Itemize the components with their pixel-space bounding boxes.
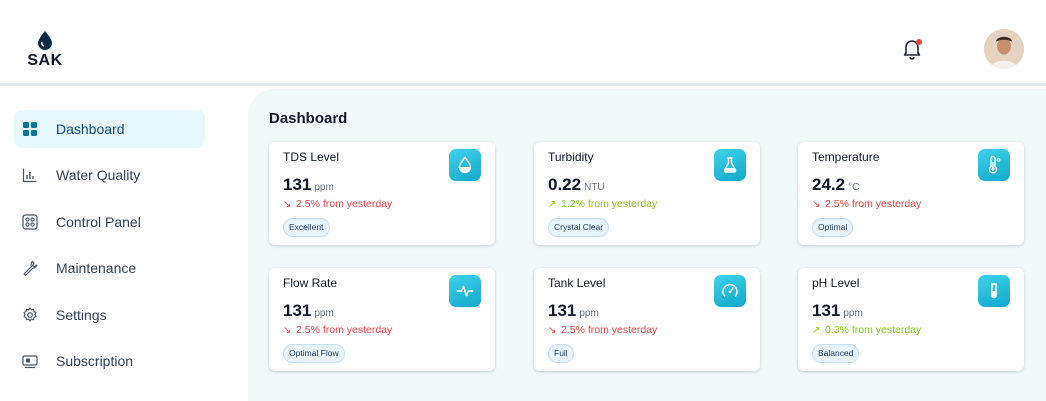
card-title: Flow Rate [283,276,338,290]
status-badge: Balanced [812,344,860,363]
sidebar-item-label: Subscription [56,353,134,369]
card-value: 131 ppm [283,301,334,320]
metric-card-ph-level[interactable]: pH Level 131 ppm ↗ 0.3% from yesterday Bal… [798,268,1024,371]
pulse-icon [456,285,474,297]
flask-icon [723,157,737,173]
card-icon-button [449,149,481,181]
status-badge: Full [548,344,574,363]
thermometer-icon [988,156,1001,174]
sidebar-item-label: Control Panel [56,214,141,230]
status-badge: Crystal Clear [548,218,610,237]
sidebar-item-dashboard[interactable]: Dashboard [14,110,205,148]
bar-chart-icon [22,168,37,183]
sidebar-item-water-quality[interactable]: Water Quality [14,156,205,194]
card-value: 24.2 °C [812,175,860,194]
trend-up-icon: ↗ [812,325,821,336]
card-title: TDS Level [283,150,340,164]
card-value: 131 ppm [548,301,599,320]
status-badge: Optimal [812,218,854,237]
avatar[interactable] [984,29,1024,69]
sidebar-item-label: Dashboard [56,121,125,137]
sidebar-item-label: Maintenance [56,260,137,276]
card-icon-button [714,149,746,181]
sidebar-item-subscription[interactable]: Subscription [14,342,205,380]
test-tube-icon [991,283,997,299]
control-panel-icon [22,214,38,230]
metric-card-flow-rate[interactable]: Flow Rate 131 ppm ↘ 2.5% from yesterday Op… [269,268,495,371]
sidebar: Dashboard Water Quality Control Panel Ma… [0,89,245,401]
trend-up-icon: ↗ [548,199,557,210]
card-value: 0.22 NTU [548,175,605,194]
notification-dot [916,39,922,45]
brand-logo[interactable]: SAK [27,30,63,70]
card-icon-button [978,275,1010,307]
gauge-icon [722,283,738,297]
trend-down-icon: ↘ [548,325,557,336]
card-trend: ↗ 0.3% from yesterday [812,324,922,336]
notification-button[interactable] [902,38,924,60]
card-icon-button [978,149,1010,181]
trend-down-icon: ↘ [812,199,821,210]
water-drop-icon [458,156,472,174]
card-title: pH Level [812,276,860,290]
top-bar: SAK [0,0,1046,86]
dashboard-grid-icon [23,122,37,136]
gear-icon [23,307,37,322]
brand-name: SAK [27,52,63,69]
card-title: Turbidity [548,150,594,164]
card-value: 131 ppm [812,301,863,320]
sidebar-item-label: Settings [56,307,107,323]
sidebar-item-settings[interactable]: Settings [14,296,205,334]
status-badge: Optimal Flow [283,344,345,363]
card-trend: ↘ 2.5% from yesterday [283,198,393,210]
page-title: Dashboard [269,110,348,127]
card-title: Tank Level [548,276,606,290]
card-trend: ↘ 2.5% from yesterday [548,324,658,336]
user-avatar-icon [984,29,1024,69]
card-title: Temperature [812,150,880,164]
main-content: Dashboard TDS Level 131 ppm ↘ 2.5% from ye… [248,89,1046,401]
trend-down-icon: ↘ [283,199,292,210]
card-icon-button [714,275,746,307]
trend-down-icon: ↘ [283,325,292,336]
card-trend: ↗ 1.2% from yesterday [548,198,658,210]
status-badge: Excellent [283,218,330,237]
subscription-icon [22,355,38,369]
card-trend: ↘ 2.5% from yesterday [812,198,922,210]
metric-card-tds[interactable]: TDS Level 131 ppm ↘ 2.5% from yesterday Ex… [269,142,495,245]
wrench-icon [23,260,38,276]
sidebar-item-maintenance[interactable]: Maintenance [14,249,205,287]
metric-card-temperature[interactable]: Temperature 24.2 °C ↘ 2.5% from yesterday … [798,142,1024,245]
water-drop-logo-icon [38,31,52,50]
card-value: 131 ppm [283,175,334,194]
card-icon-button [449,275,481,307]
card-trend: ↘ 2.5% from yesterday [283,324,393,336]
metric-card-tank-level[interactable]: Tank Level 131 ppm ↘ 2.5% from yesterday F… [534,268,760,371]
sidebar-item-control-panel[interactable]: Control Panel [14,203,205,241]
sidebar-item-label: Water Quality [56,167,141,183]
metric-card-turbidity[interactable]: Turbidity 0.22 NTU ↗ 1.2% from yesterday C… [534,142,760,245]
